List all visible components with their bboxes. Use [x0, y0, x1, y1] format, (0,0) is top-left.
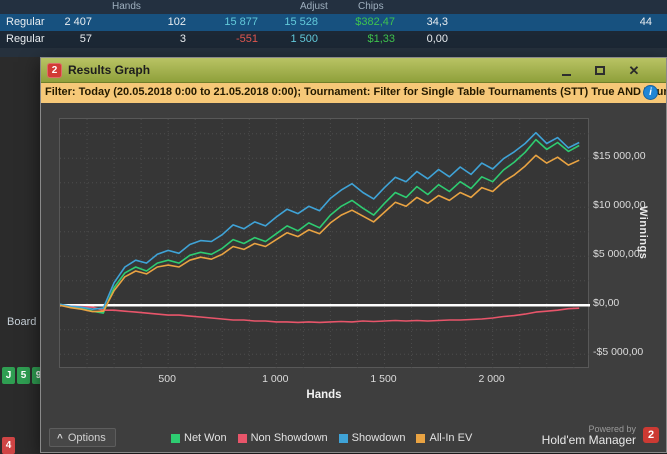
card-5: 5 — [17, 367, 30, 384]
cell-adjust: 15 877 — [224, 16, 258, 28]
legend-label: Non Showdown — [250, 432, 328, 444]
series-non-showdown — [60, 304, 580, 324]
maximize-button[interactable] — [588, 62, 612, 79]
cell-chips: 15 528 — [284, 16, 318, 28]
series-all-in-ev — [60, 154, 580, 313]
plot-area — [59, 118, 590, 369]
cell-stat: 34,3 — [426, 16, 448, 28]
x-tick-label: 2 000 — [478, 373, 505, 385]
table-header-row: Hands Adjust Chips — [0, 0, 667, 14]
screen: { "background": { "header_columns": [ { … — [0, 0, 667, 454]
legend-swatch — [237, 433, 247, 443]
dialog-title-bar[interactable]: 2 Results Graph ✕ — [41, 58, 666, 83]
column-header-adjust: Adjust — [300, 1, 328, 12]
minimize-icon — [561, 73, 571, 76]
table-row[interactable]: Regular 2 407 102 15 877 15 528 $382,47 … — [0, 14, 667, 31]
options-label: Options — [67, 431, 106, 444]
hm2-logo: 2 — [643, 427, 659, 443]
info-icon[interactable]: i — [643, 85, 658, 100]
board-section-label: Board — [7, 316, 37, 328]
x-tick-label: 1 000 — [262, 373, 289, 385]
minimize-button[interactable] — [554, 62, 578, 79]
filter-text: Filter: Today (20.05.2018 0:00 to 21.05.… — [45, 86, 666, 98]
board-cards: J59 — [2, 367, 45, 384]
legend-item-net-won[interactable]: Net Won — [171, 432, 227, 444]
column-header-chips: Chips — [358, 1, 384, 12]
x-tick-label: 1 500 — [370, 373, 397, 385]
cell-money: $382,47 — [355, 16, 395, 28]
y-tick-label: $10 000,00 — [593, 199, 646, 212]
cell-adjust: -551 — [235, 33, 258, 45]
cell-games: 3 — [179, 33, 186, 45]
legend-swatch — [416, 433, 426, 443]
y-axis-title: Winnings — [637, 206, 649, 260]
y-tick-label: $0,00 — [593, 297, 620, 310]
legend-item-all-in-ev[interactable]: All-In EV — [416, 432, 472, 444]
options-button[interactable]: ^ Options — [49, 428, 116, 447]
cell-money: $1,33 — [367, 33, 395, 45]
y-tick-label: -$5 000,00 — [593, 346, 644, 359]
legend-label: All-In EV — [429, 432, 473, 444]
powered-by-block: Powered by Hold'em Manager — [542, 424, 636, 448]
cell-last: 44 — [639, 16, 652, 28]
x-tick-label: 500 — [158, 373, 176, 385]
background-table: Hands Adjust Chips Regular 2 407 102 15 … — [0, 0, 667, 57]
table-row[interactable]: Regular 57 3 -551 1 500 $1,33 0,00 — [0, 31, 667, 48]
y-tick-label: $15 000,00 — [593, 150, 646, 163]
series-net-won — [60, 138, 580, 314]
card-J: J — [2, 367, 15, 384]
close-button[interactable]: ✕ — [622, 62, 646, 79]
series-showdown — [60, 131, 580, 310]
y-tick-label: $5 000,00 — [593, 248, 640, 261]
maximize-icon — [595, 66, 605, 75]
chart-region: $15 000,00 $10 000,00 $5 000,00 $0,00 -$5 00… — [41, 103, 666, 452]
hm2-app-icon: 2 — [47, 62, 62, 78]
x-axis-title: Hands — [306, 389, 342, 401]
column-header-hands: Hands — [112, 1, 141, 12]
results-graph-dialog: 2 Results Graph ✕ Filter: Today (20.05.2… — [40, 57, 667, 453]
legend-swatch — [338, 433, 348, 443]
plot-svg — [60, 119, 590, 369]
window-controls: ✕ — [554, 62, 646, 79]
cell-hands: 57 — [79, 33, 92, 45]
dialog-title: Results Graph — [68, 63, 151, 77]
cell-games: 102 — [167, 16, 186, 28]
filter-bar[interactable]: Filter: Today (20.05.2018 0:00 to 21.05.… — [41, 83, 666, 103]
close-icon: ✕ — [628, 63, 640, 78]
cell-stat: 0,00 — [426, 33, 448, 45]
chevron-up-icon: ^ — [57, 432, 63, 444]
legend-item-showdown[interactable]: Showdown — [338, 432, 406, 444]
cell-chips: 1 500 — [290, 33, 318, 45]
legend-item-non-showdown[interactable]: Non Showdown — [237, 432, 328, 444]
brand-label: Hold'em Manager — [541, 433, 636, 448]
legend-label: Net Won — [184, 432, 227, 444]
table-row-partial — [0, 48, 667, 57]
legend-label: Showdown — [351, 432, 406, 444]
bottom-card: 4 — [2, 437, 15, 454]
cell-hands: 2 407 — [64, 16, 92, 28]
legend-swatch — [171, 433, 180, 443]
legend: Net Won Non Showdown Showdown All-In EV — [171, 432, 472, 444]
